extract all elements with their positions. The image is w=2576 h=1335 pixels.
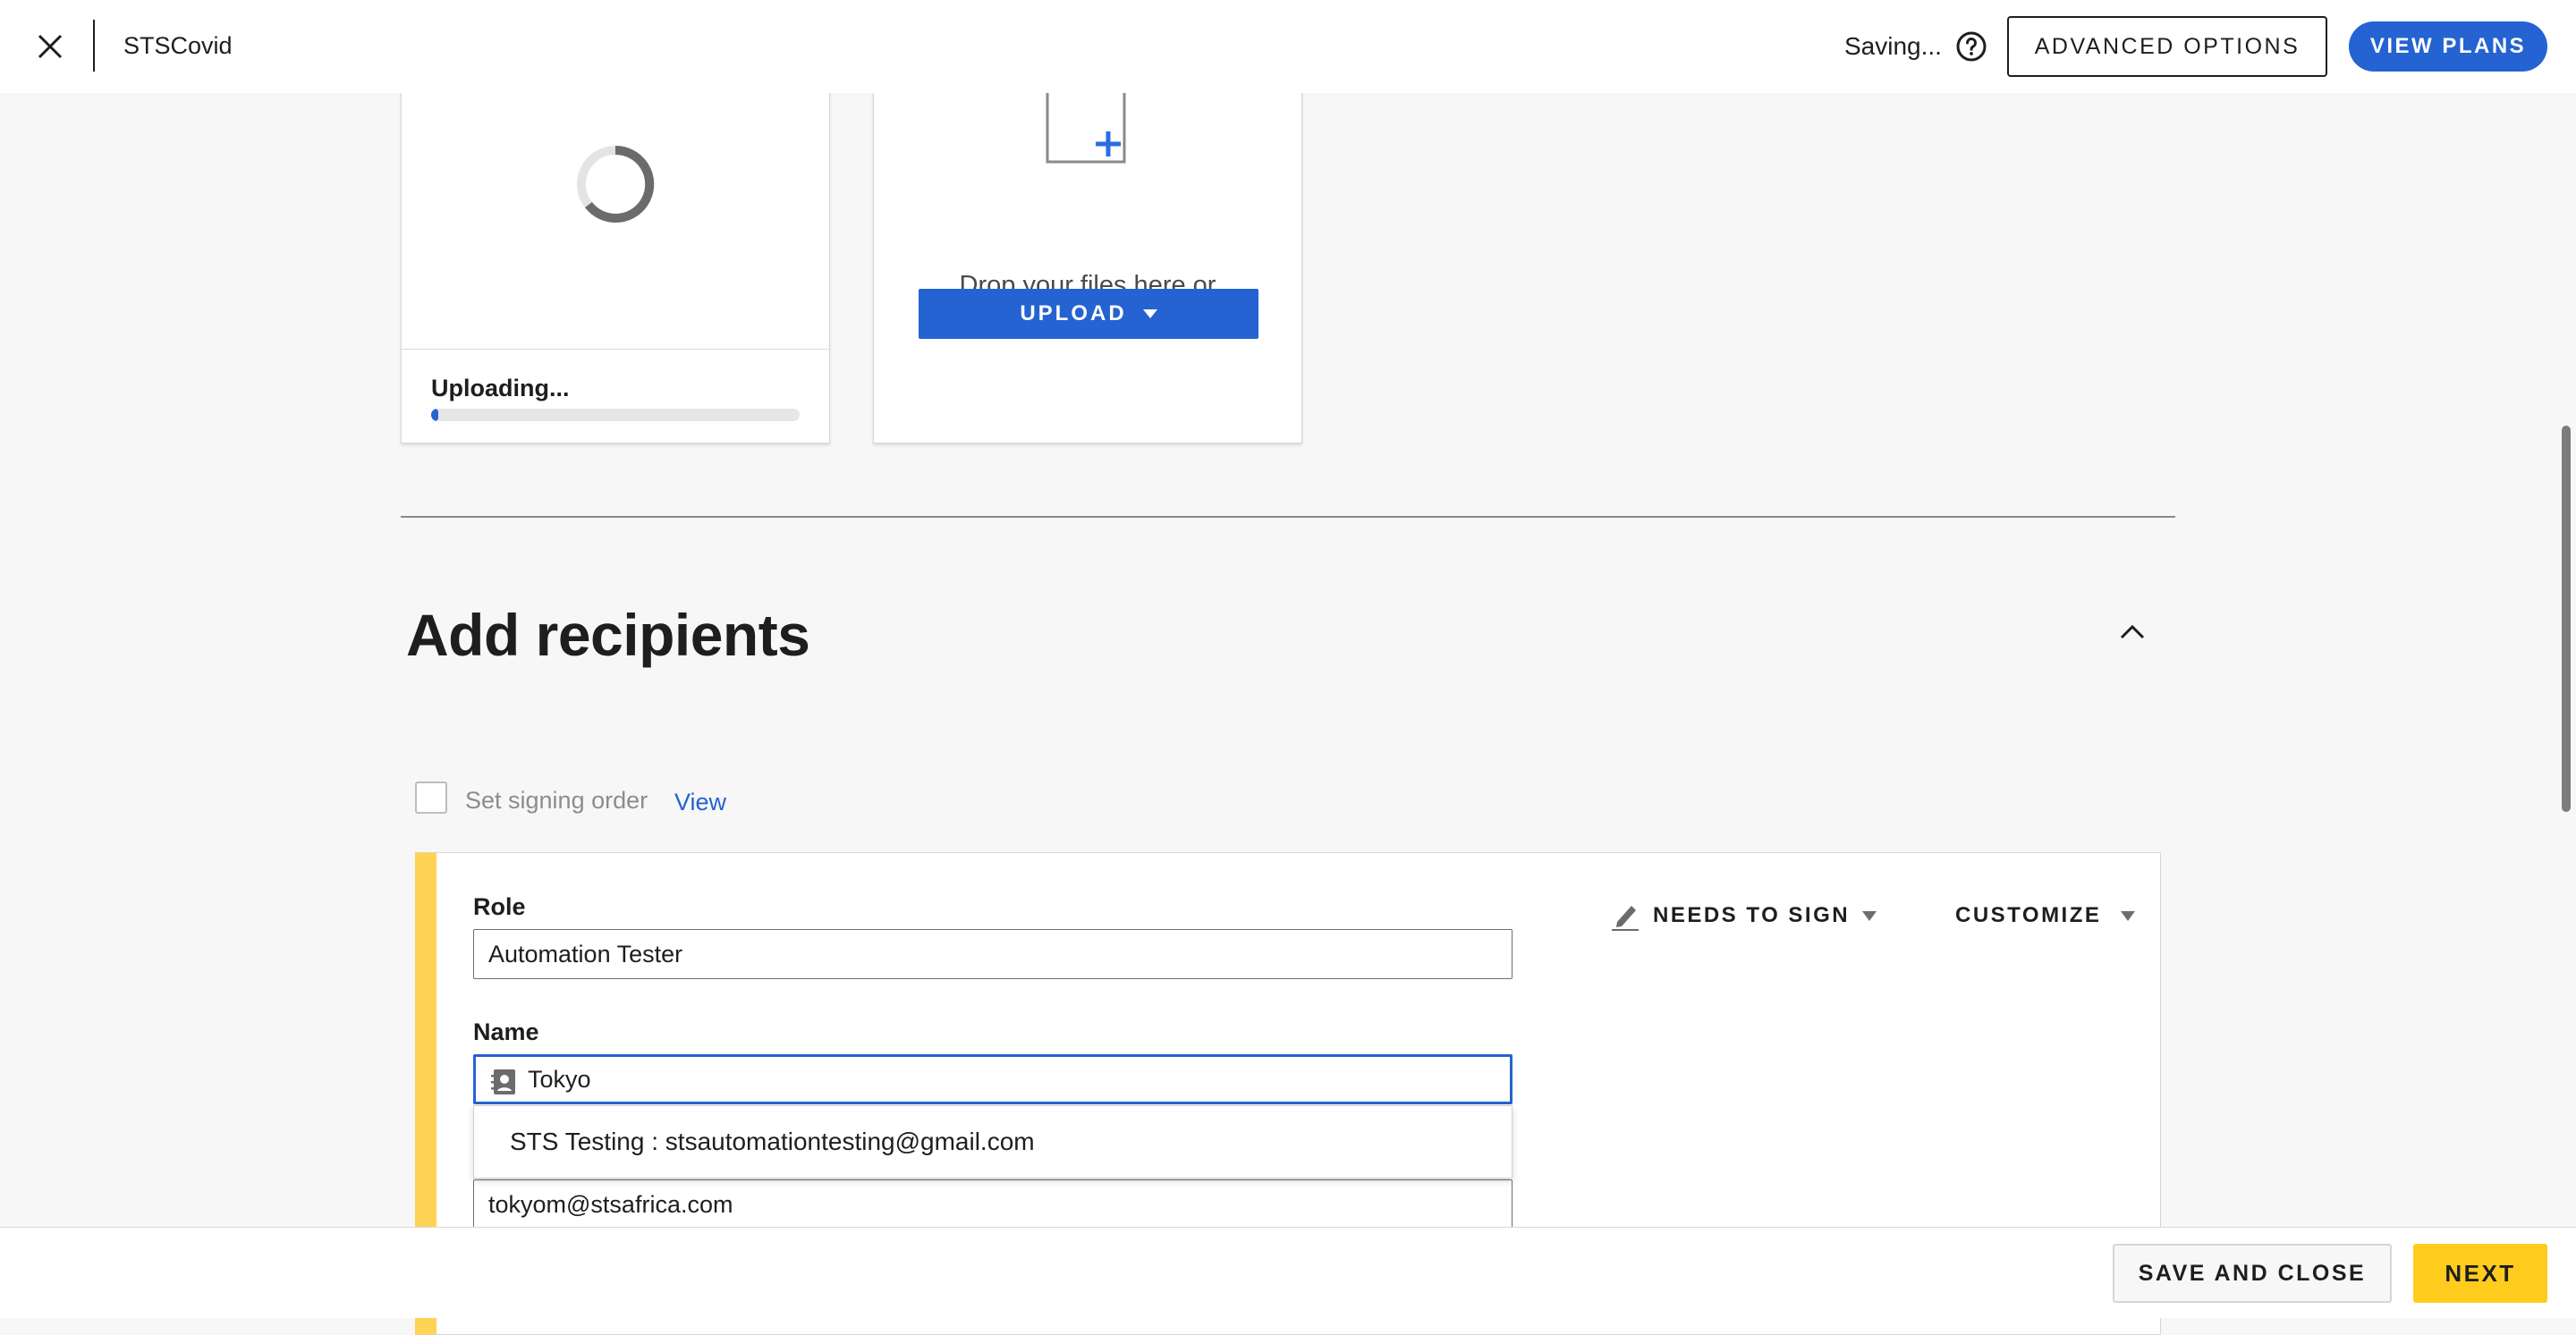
uploading-card: Uploading... xyxy=(401,54,830,444)
role-input[interactable]: Automation Tester xyxy=(473,929,1513,979)
name-suggestions-dropdown: STS Testing : stsautomationtesting@gmail… xyxy=(473,1105,1513,1179)
add-file-icon xyxy=(1046,87,1126,164)
customize-dropdown[interactable]: CUSTOMIZE xyxy=(1955,900,2136,931)
loading-spinner-icon xyxy=(577,145,655,223)
caret-down-icon xyxy=(1862,910,1877,921)
upload-button-label: UPLOAD xyxy=(1020,301,1127,325)
save-status: Saving... xyxy=(1844,32,1942,60)
signing-order-checkbox[interactable] xyxy=(415,782,447,814)
section-title: Add recipients xyxy=(406,602,810,668)
header-divider xyxy=(93,20,95,72)
upload-progress-fill xyxy=(431,409,439,421)
file-drop-card[interactable]: Drop your files here or UPLOAD xyxy=(873,54,1302,444)
name-input-value: Tokyo xyxy=(528,1065,591,1093)
help-icon[interactable] xyxy=(1955,30,1987,63)
next-button[interactable]: NEXT xyxy=(2413,1244,2547,1303)
signing-order-label: Set signing order xyxy=(465,787,648,814)
needs-to-sign-label: NEEDS TO SIGN xyxy=(1653,903,1851,927)
pen-icon xyxy=(1612,906,1639,931)
chevron-up-icon[interactable] xyxy=(2114,613,2150,649)
uploading-label: Uploading... xyxy=(431,375,570,401)
name-suggestion-item[interactable]: STS Testing : stsautomationtesting@gmail… xyxy=(510,1128,1035,1156)
scrollbar-thumb[interactable] xyxy=(2562,426,2571,812)
email-input[interactable]: tokyom@stsafrica.com xyxy=(473,1179,1513,1229)
name-label: Name xyxy=(473,1018,539,1045)
close-icon[interactable] xyxy=(32,29,68,64)
footer-bar: SAVE AND CLOSE NEXT xyxy=(0,1227,2576,1318)
contact-book-icon[interactable] xyxy=(490,1068,519,1096)
save-and-close-button[interactable]: SAVE AND CLOSE xyxy=(2113,1244,2392,1303)
upload-progress-bar xyxy=(431,409,800,421)
caret-down-icon xyxy=(2121,910,2136,921)
view-signing-order-link[interactable]: View xyxy=(674,789,726,816)
card-divider xyxy=(402,349,829,350)
top-header: STSCovid Saving... ADVANCED OPTIONS VIEW… xyxy=(0,0,2576,93)
customize-label: CUSTOMIZE xyxy=(1955,903,2102,927)
recipient-action-dropdown[interactable]: NEEDS TO SIGN xyxy=(1610,900,1877,931)
upload-button[interactable]: UPLOAD xyxy=(919,289,1258,339)
view-plans-button[interactable]: VIEW PLANS xyxy=(2349,21,2547,72)
section-divider xyxy=(401,516,2175,518)
advanced-options-button[interactable]: ADVANCED OPTIONS xyxy=(2007,16,2327,77)
caret-down-icon xyxy=(1142,309,1157,318)
role-label: Role xyxy=(473,893,526,920)
document-title: STSCovid xyxy=(123,32,233,59)
name-input[interactable]: Tokyo xyxy=(473,1054,1513,1104)
